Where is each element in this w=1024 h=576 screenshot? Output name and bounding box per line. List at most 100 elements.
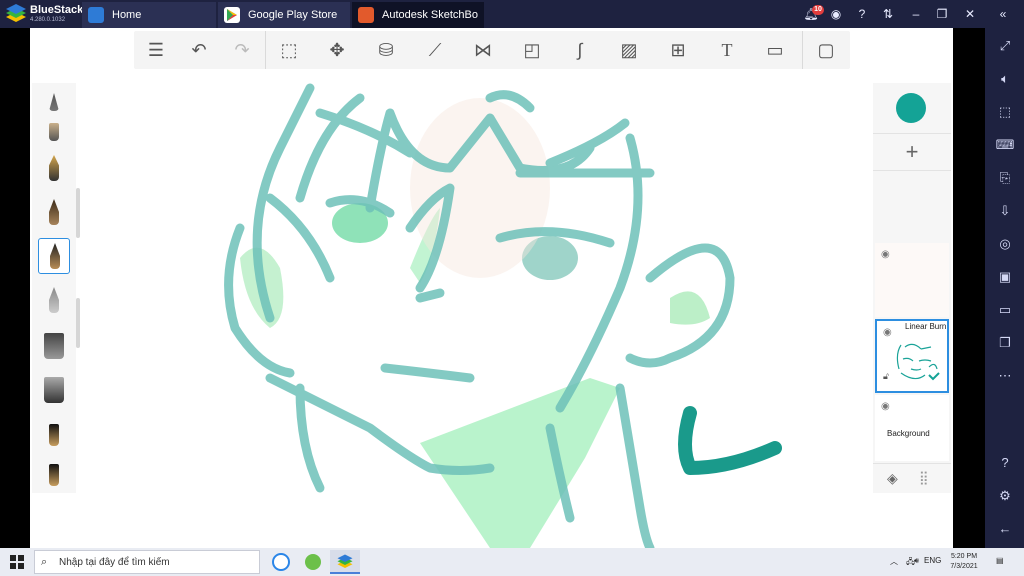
tray-expand-icon[interactable]: ︿ [890, 556, 898, 567]
bluestacks-settings-icon[interactable] [298, 550, 328, 574]
close-icon[interactable]: ✕ [962, 6, 978, 22]
bluestacks-icon[interactable] [330, 550, 360, 574]
undo-icon[interactable]: ↶ [186, 37, 212, 63]
zalo-icon[interactable] [266, 550, 296, 574]
eye-icon[interactable]: ◉ [881, 401, 890, 412]
brush-tip [49, 123, 59, 141]
tab-home[interactable]: Home [82, 2, 216, 28]
tab-autodesk-sketchbook[interactable]: Autodesk SketchBook [352, 2, 484, 28]
bluestacks-logo-icon [6, 4, 26, 22]
right-panel: + ◉ ◉ Linear Burn 🔓︎ ◉ Background ◈ ⣿ [873, 83, 951, 493]
redo-icon[interactable]: ↷ [229, 37, 255, 63]
notification-center-icon[interactable]: ▤ [996, 556, 1004, 565]
more-icon[interactable]: ⋯ [995, 366, 1015, 386]
layer-background[interactable]: ◉ Background [875, 395, 949, 461]
account-icon[interactable]: ◉ [828, 6, 844, 22]
help-icon[interactable]: ? [854, 6, 870, 22]
layer-linear-burn[interactable]: ◉ Linear Burn 🔓︎ [875, 319, 949, 393]
grid-view-icon[interactable]: ⣿ [919, 470, 929, 486]
brush-felt-2[interactable] [38, 458, 70, 494]
brush-marker[interactable] [38, 238, 70, 274]
install-apk-icon[interactable]: ⎘ [995, 168, 1015, 188]
palette-drag-handle[interactable] [76, 298, 80, 348]
transfer-icon[interactable]: ⇅ [880, 6, 896, 22]
fullscreen-icon[interactable]: ⤢ [995, 36, 1015, 56]
fullscreen-icon[interactable]: ▢ [813, 37, 839, 63]
ruler-icon[interactable]: ⟋ [422, 37, 448, 63]
toolbar-divider [265, 31, 266, 69]
brush-tip [50, 243, 60, 269]
drawing-canvas[interactable] [30, 28, 953, 548]
hair-stroke-6 [265, 193, 335, 283]
volume-icon[interactable]: 🔊︎ [914, 556, 919, 566]
color-puck[interactable] [896, 93, 926, 123]
brush-pencil[interactable] [38, 283, 70, 319]
clock-time: 5:20 PM [950, 553, 978, 560]
nose-line [415, 288, 445, 303]
layers-list-icon[interactable]: ☰ [143, 37, 169, 63]
keyboard-icon[interactable]: ⌨ [995, 135, 1015, 155]
mouth-line [380, 363, 475, 383]
transform-icon[interactable]: ✥ [324, 37, 350, 63]
clock[interactable]: 5:20 PM 7/3/2021 [946, 552, 982, 572]
folder-icon[interactable]: ▭ [995, 300, 1015, 320]
clock-date: 7/3/2021 [950, 563, 978, 570]
shape-icon[interactable]: ◰ [519, 37, 545, 63]
eye-icon[interactable]: ◉ [881, 249, 890, 260]
brush-tip [49, 199, 59, 225]
tab-label: Home [112, 9, 142, 21]
collapse-icon[interactable]: « [995, 6, 1011, 22]
brush-felt-1[interactable] [38, 418, 70, 454]
help-icon[interactable]: ? [995, 453, 1015, 473]
multi-instance-icon[interactable]: ❐ [995, 333, 1015, 353]
app-name: BlueStacks [30, 4, 90, 16]
restore-icon[interactable]: ❐ [934, 6, 950, 22]
windows-start-icon[interactable] [10, 555, 24, 569]
lock-icon[interactable]: 🔓︎ [883, 371, 889, 382]
brush-tip [44, 377, 64, 403]
layer-1[interactable]: ◉ [875, 243, 949, 317]
perspective-icon[interactable]: ⊞ [665, 37, 691, 63]
back-icon[interactable]: ← [995, 519, 1015, 539]
media-import-icon[interactable]: ⇩ [995, 201, 1015, 221]
add-layer-button[interactable]: + [873, 133, 951, 171]
video-icon[interactable]: ▭ [762, 37, 788, 63]
symmetry-icon[interactable]: ⋈ [470, 37, 496, 63]
search-icon: ⌕ [41, 556, 48, 568]
minimize-icon[interactable]: – [908, 6, 924, 22]
letterbox-left [0, 28, 30, 548]
taskbar-search[interactable]: ⌕ Nhập tại đây để tìm kiếm [34, 550, 260, 574]
brush-pen[interactable] [38, 151, 70, 187]
text-icon[interactable]: T [714, 37, 740, 63]
layer-name: Background [887, 429, 930, 438]
brush-chisel-2[interactable] [38, 373, 70, 409]
screenshot-icon[interactable]: ◎ [995, 234, 1015, 254]
hair-stroke-1 [252, 83, 315, 323]
brush-chisel-1[interactable] [38, 329, 70, 365]
eye-icon[interactable]: ◉ [883, 327, 892, 338]
checkmark-stroke [678, 406, 782, 475]
palette-drag-handle[interactable] [76, 188, 80, 238]
settings-icon[interactable]: ⚙ [995, 486, 1015, 506]
brush-palette [32, 83, 76, 493]
brush-tip [49, 155, 59, 181]
pointer-icon[interactable]: ⬚ [995, 102, 1015, 122]
brush-1[interactable] [38, 119, 70, 155]
app-version: 4.280.0.1032 [30, 17, 66, 23]
layers-icon[interactable]: ◈ [887, 470, 898, 487]
notification-badge: 10 [812, 5, 824, 15]
image-icon[interactable]: ▨ [616, 37, 642, 63]
windows-taskbar: ⌕ Nhập tại đây để tìm kiếm ︿ 🖧︎ 🔊︎ ENG 5… [0, 548, 1024, 576]
selection-icon[interactable]: ⬚ [276, 37, 302, 63]
language-indicator[interactable]: ENG [924, 556, 941, 565]
curve-icon[interactable]: ∫ [567, 37, 593, 63]
volume-icon[interactable]: 🔈︎ [995, 69, 1015, 89]
bluestacks-title-bar: BlueStacks 4.280.0.1032 Home Google Play… [0, 0, 1024, 28]
brush-settings-icon[interactable] [38, 87, 70, 123]
tab-label: Autodesk SketchBook [382, 9, 478, 21]
sketchbook-toolbar: ☰ ↶ ↷ ⬚ ✥ ⛁ ⟋ ⋈ ◰ ∫ ▨ ⊞ T ▭ ▢ [134, 31, 850, 69]
record-icon[interactable]: ▣ [995, 267, 1015, 287]
fill-icon[interactable]: ⛁ [373, 37, 399, 63]
brush-ink[interactable] [38, 195, 70, 231]
tab-google-play-store[interactable]: Google Play Store [218, 2, 350, 28]
